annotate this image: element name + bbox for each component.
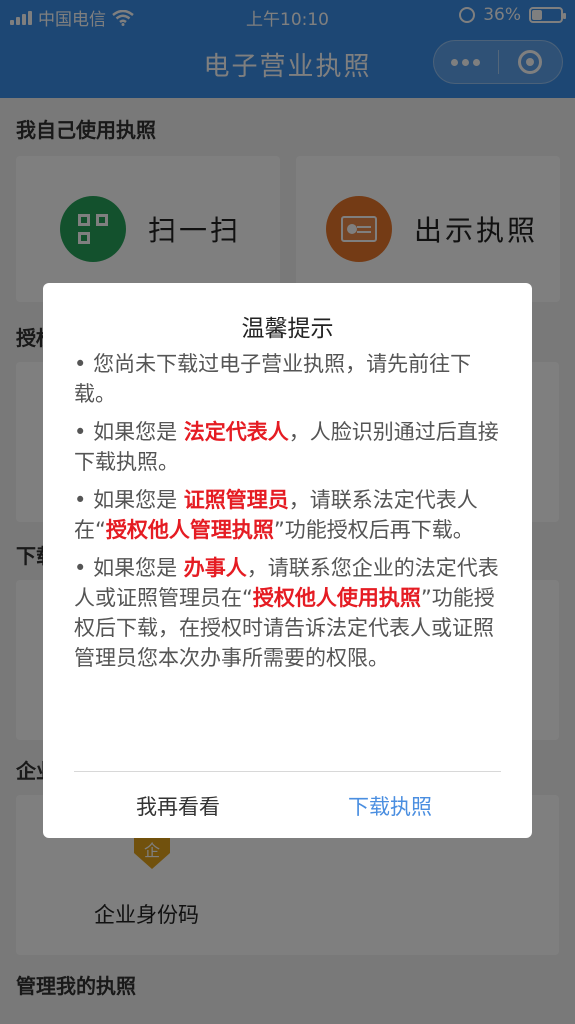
bullet: •: [74, 420, 87, 444]
dialog-title: 温馨提示: [241, 316, 334, 342]
p3-post: ”功能授权后再下载。: [273, 518, 474, 542]
dialog-paragraph-3: • 如果您是 证照管理员，请联系法定代表人在“授权他人管理执照”功能授权后再下载…: [74, 485, 504, 545]
dialog-body: • 您尚未下载过电子营业执照，请先前往下载。 • 如果您是 法定代表人，人脸识别…: [74, 349, 504, 681]
p4-emphasis-2: 授权他人使用执照: [252, 586, 421, 610]
dialog-paragraph-4: • 如果您是 办事人，请联系您企业的法定代表人或证照管理员在“授权他人使用执照”…: [74, 553, 504, 673]
bullet: •: [74, 352, 87, 376]
bullet: •: [74, 556, 87, 580]
p4-pre: 如果您是: [93, 556, 178, 580]
p3-emphasis: 证照管理员: [183, 488, 289, 512]
p2-emphasis: 法定代表人: [183, 420, 289, 444]
p2-pre: 如果您是: [93, 420, 178, 444]
dialog-paragraph-2: • 如果您是 法定代表人，人脸识别通过后直接下载执照。: [74, 417, 504, 477]
tip-dialog: 温馨提示 • 您尚未下载过电子营业执照，请先前往下载。 • 如果您是 法定代表人…: [43, 283, 532, 838]
cancel-button[interactable]: 我再看看: [136, 791, 220, 821]
bullet: •: [74, 488, 87, 512]
p3-emphasis-2: 授权他人管理执照: [105, 518, 274, 542]
dialog-divider: [74, 771, 501, 772]
download-license-button[interactable]: 下载执照: [348, 791, 432, 821]
dialog-paragraph-1: • 您尚未下载过电子营业执照，请先前往下载。: [74, 349, 504, 409]
p4-emphasis: 办事人: [183, 556, 247, 580]
p3-pre: 如果您是: [93, 488, 178, 512]
p1-text: 您尚未下载过电子营业执照，请先前往下载。: [74, 352, 472, 406]
